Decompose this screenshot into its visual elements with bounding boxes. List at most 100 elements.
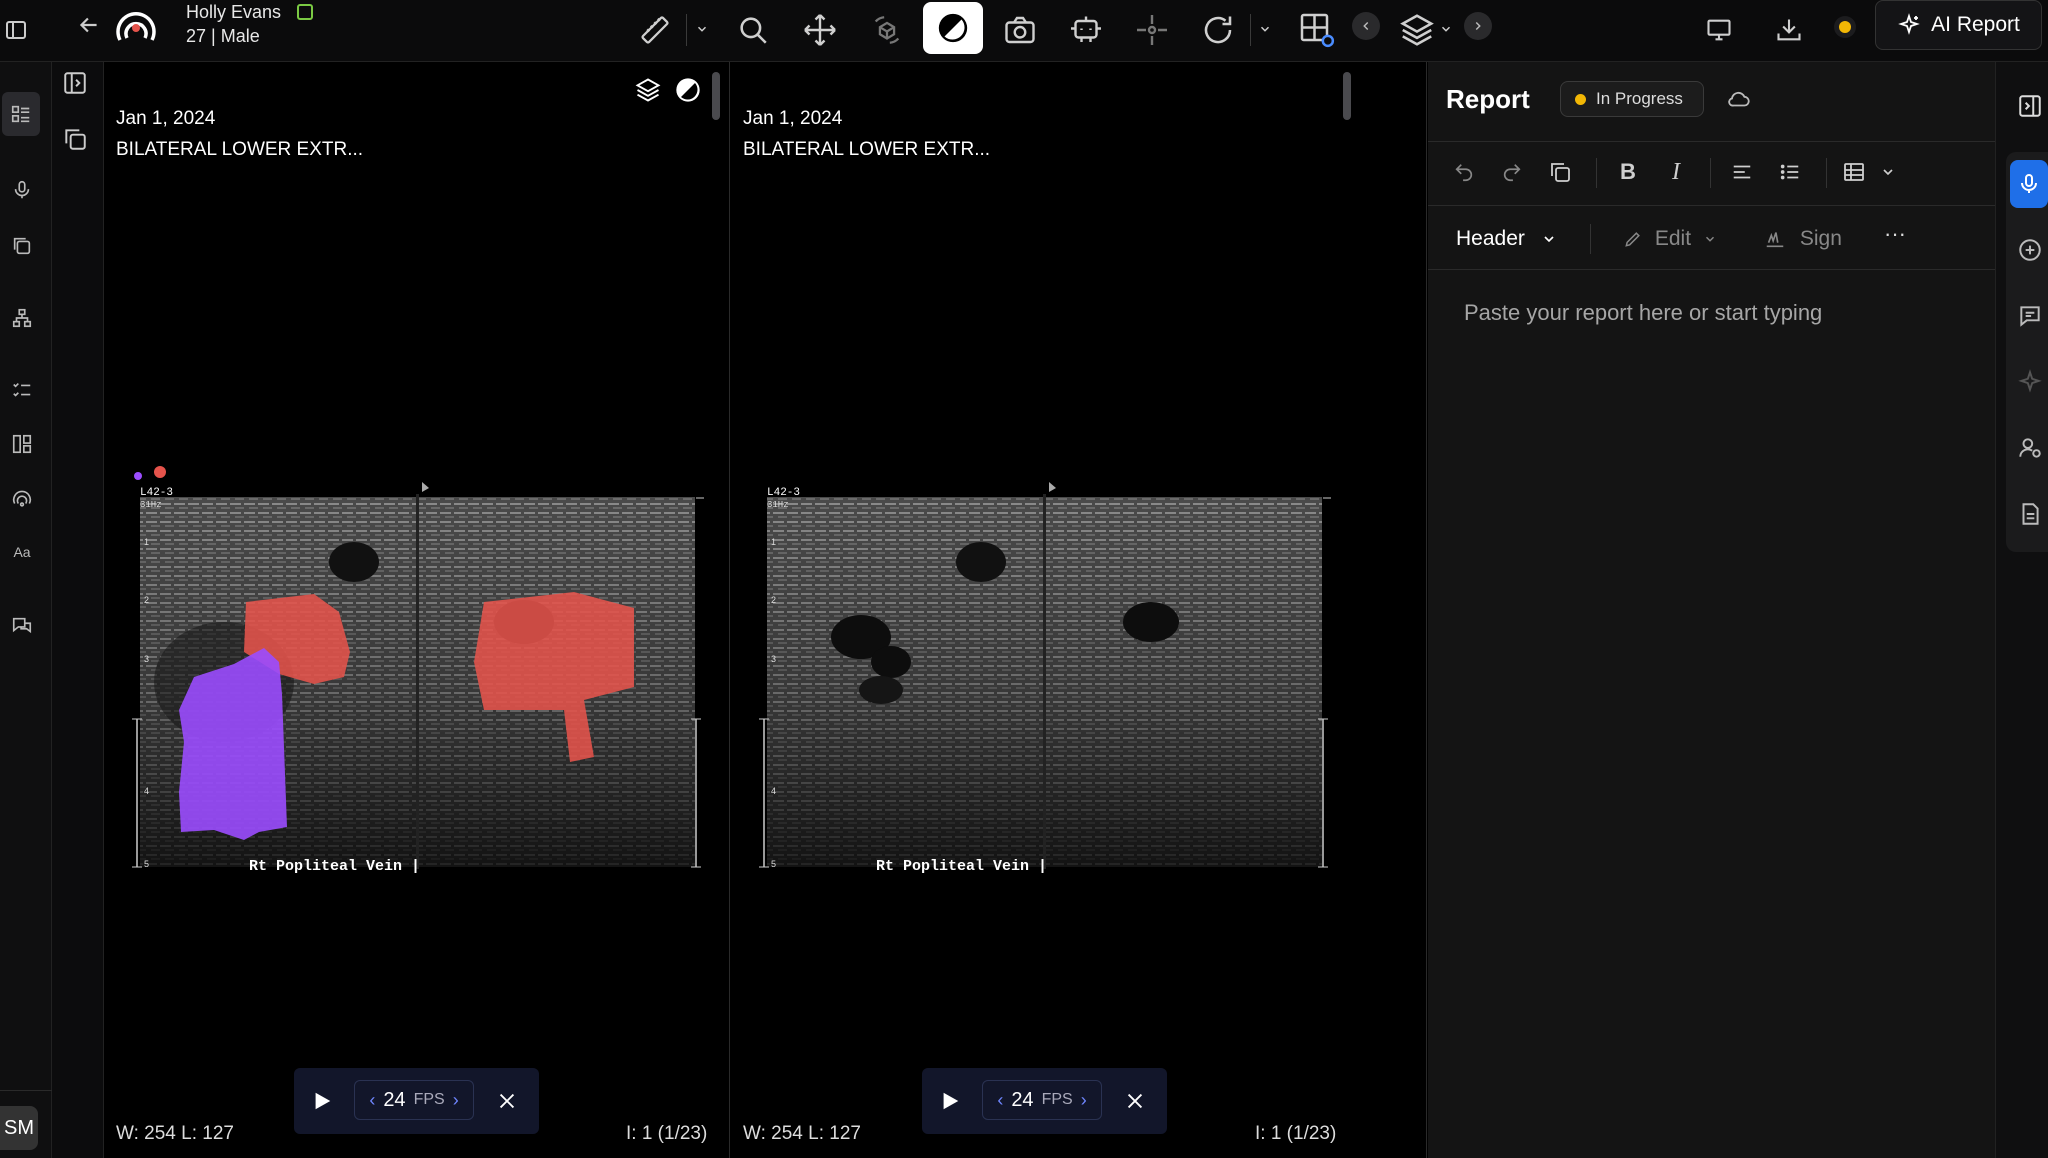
chevron-down-icon bbox=[1705, 237, 1714, 243]
copy-series-icon[interactable] bbox=[6, 230, 38, 262]
back-arrow-icon[interactable] bbox=[76, 12, 102, 38]
play-icon[interactable] bbox=[938, 1088, 962, 1114]
comment-icon[interactable] bbox=[2014, 300, 2046, 332]
expand-panel-icon[interactable] bbox=[62, 70, 90, 98]
chevron-down-icon[interactable] bbox=[694, 18, 710, 40]
dictation-mic-icon[interactable] bbox=[2010, 160, 2048, 208]
move-icon[interactable] bbox=[795, 6, 845, 54]
report-editor-placeholder[interactable]: Paste your report here or start typing bbox=[1464, 300, 1822, 326]
rotate-icon[interactable] bbox=[1193, 6, 1243, 54]
probe-label: L42-3 bbox=[140, 487, 173, 499]
header-style-dropdown[interactable]: Header bbox=[1456, 227, 1557, 251]
study-date: Jan 1, 2024 bbox=[116, 108, 216, 129]
add-finding-icon[interactable] bbox=[2014, 234, 2046, 266]
study-description: BILATERAL LOWER EXTR... bbox=[743, 139, 991, 160]
document-icon[interactable] bbox=[2014, 498, 2046, 530]
layout-icon[interactable] bbox=[6, 428, 38, 460]
layers-icon[interactable] bbox=[634, 76, 664, 106]
contrast-icon[interactable] bbox=[923, 2, 983, 54]
bullet-list-icon[interactable] bbox=[1776, 158, 1804, 186]
cine-playbar: ‹ 24 FPS › bbox=[294, 1068, 539, 1134]
play-icon[interactable] bbox=[310, 1088, 334, 1114]
svg-text:5: 5 bbox=[771, 859, 776, 869]
ruler-icon[interactable] bbox=[630, 6, 680, 54]
scrollbar[interactable] bbox=[712, 72, 720, 120]
vessel-label: Rt Popliteal Vein | bbox=[876, 858, 1047, 875]
contrast-icon[interactable] bbox=[674, 76, 704, 106]
cine-playbar: ‹ 24 FPS › bbox=[922, 1068, 1167, 1134]
chevron-down-icon[interactable] bbox=[1257, 18, 1273, 40]
ai-report-button[interactable]: AI Report bbox=[1875, 0, 2042, 50]
chevron-right-icon[interactable] bbox=[1464, 12, 1492, 40]
redo-icon[interactable] bbox=[1498, 158, 1526, 186]
notification-dot-icon[interactable] bbox=[1834, 16, 1856, 38]
chevron-right-icon[interactable]: › bbox=[453, 1090, 459, 1111]
camera-icon[interactable] bbox=[995, 6, 1045, 54]
checklist-icon[interactable] bbox=[6, 374, 38, 406]
ultrasound-image[interactable]: L42-3 31Hz 1 2 3 4 5 Rt Popliteal Vein | bbox=[731, 412, 1351, 892]
signature-icon bbox=[1766, 232, 1784, 248]
chevron-left-icon[interactable] bbox=[1352, 12, 1380, 40]
sign-label: Sign bbox=[1799, 227, 1842, 250]
chevron-left-icon[interactable]: ‹ bbox=[997, 1090, 1003, 1111]
status-badge[interactable]: In Progress bbox=[1560, 81, 1704, 117]
close-icon[interactable] bbox=[494, 1088, 520, 1114]
cloud-icon[interactable] bbox=[1726, 86, 1754, 114]
download-tray-icon[interactable] bbox=[1764, 6, 1814, 54]
sparkle-icon[interactable] bbox=[2014, 366, 2046, 398]
rotate3d-icon[interactable] bbox=[862, 6, 912, 54]
chevron-right-icon[interactable]: › bbox=[1081, 1090, 1087, 1111]
edit-button[interactable]: Edit bbox=[1623, 227, 1717, 251]
svg-text:2: 2 bbox=[771, 595, 776, 605]
ultrasound-image[interactable]: L42-3 31Hz 1 2 3 4 5 Rt Popliteal Vein | bbox=[104, 412, 724, 892]
chevron-left-icon[interactable]: ‹ bbox=[369, 1090, 375, 1111]
more-options-icon[interactable]: ··· bbox=[1884, 223, 1912, 252]
chevron-down-icon[interactable] bbox=[1438, 18, 1454, 40]
viewer-side-rail bbox=[52, 62, 104, 1158]
user-avatar[interactable]: SM bbox=[0, 1106, 38, 1150]
monitor-icon[interactable] bbox=[1694, 6, 1744, 54]
grid-settings-icon[interactable] bbox=[1292, 6, 1342, 54]
collapse-panel-icon[interactable] bbox=[2014, 90, 2046, 122]
scrollbar[interactable] bbox=[1343, 72, 1351, 120]
bold-icon[interactable]: B bbox=[1614, 158, 1642, 186]
patient-name: Holly Evans bbox=[186, 2, 282, 22]
frequency-label: 31Hz bbox=[140, 500, 162, 510]
chevron-down-icon[interactable] bbox=[1874, 158, 1902, 186]
robot-icon[interactable] bbox=[1061, 6, 1111, 54]
voice-command-icon[interactable] bbox=[6, 482, 38, 514]
user-settings-icon[interactable] bbox=[2014, 432, 2046, 464]
svg-text:4: 4 bbox=[144, 786, 149, 796]
font-size-icon[interactable]: Aa bbox=[6, 536, 38, 568]
patient-status-icon bbox=[297, 4, 313, 20]
sign-button[interactable]: Sign bbox=[1764, 227, 1842, 251]
table-icon[interactable] bbox=[1840, 158, 1868, 186]
svg-text:1: 1 bbox=[144, 537, 149, 547]
undo-icon[interactable] bbox=[1450, 158, 1478, 186]
copy-icon[interactable] bbox=[62, 126, 90, 154]
close-icon[interactable] bbox=[1122, 1088, 1148, 1114]
svg-text:1: 1 bbox=[771, 537, 776, 547]
sidebar-toggle-icon[interactable] bbox=[4, 18, 28, 42]
italic-icon[interactable]: I bbox=[1662, 158, 1690, 186]
crosshair-icon[interactable] bbox=[1127, 6, 1177, 54]
viewport-1[interactable]: Jan 1, 2024 BILATERAL LOWER EXTR... L42-… bbox=[104, 62, 730, 1158]
top-toolbar: Holly Evans 27 | Male AI Report bbox=[0, 0, 2048, 62]
viewport-2[interactable]: Jan 1, 2024 BILATERAL LOWER EXTR... L42-… bbox=[731, 62, 1427, 1158]
layers-icon[interactable] bbox=[1392, 6, 1442, 54]
copy-icon[interactable] bbox=[1546, 158, 1574, 186]
segmentation-purple bbox=[179, 648, 287, 840]
fps-stepper[interactable]: ‹ 24 FPS › bbox=[354, 1080, 474, 1120]
search-icon[interactable] bbox=[728, 6, 778, 54]
fps-stepper[interactable]: ‹ 24 FPS › bbox=[982, 1080, 1102, 1120]
svg-text:4: 4 bbox=[771, 786, 776, 796]
report-panel: Report In Progress B I Header Edit Sign … bbox=[1428, 62, 1995, 1158]
hierarchy-icon[interactable] bbox=[6, 302, 38, 334]
align-left-icon[interactable] bbox=[1728, 158, 1756, 186]
microphone-icon[interactable] bbox=[6, 174, 38, 206]
chat-icon[interactable] bbox=[6, 610, 38, 642]
edit-label: Edit bbox=[1654, 227, 1692, 250]
study-list-icon[interactable] bbox=[2, 92, 40, 136]
ai-report-label: AI Report bbox=[1931, 13, 2020, 36]
frequency-label: 31Hz bbox=[767, 500, 789, 510]
